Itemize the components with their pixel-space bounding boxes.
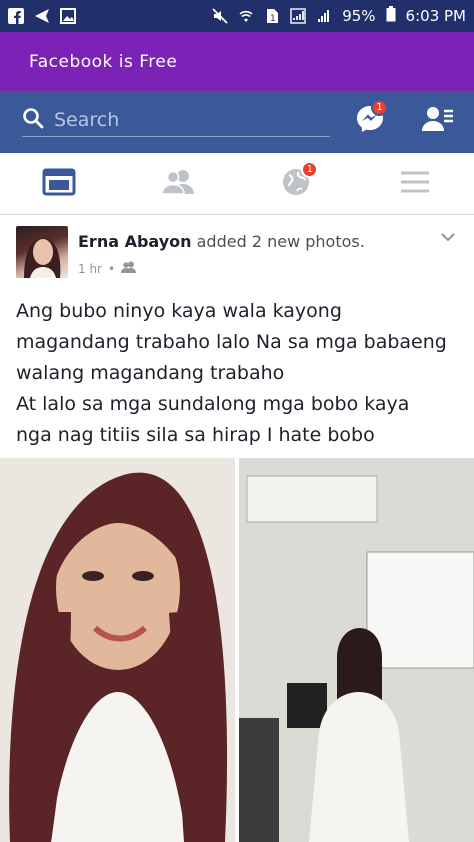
friend-requests-icon: [422, 105, 454, 137]
image-icon: [60, 8, 76, 24]
news-feed-icon: [42, 168, 76, 200]
post-options-button[interactable]: [440, 228, 456, 247]
tab-notifications[interactable]: 1: [237, 153, 356, 214]
chevron-down-icon: [440, 228, 456, 247]
send-icon: [34, 8, 50, 24]
post-meta: 1 hr •: [78, 261, 137, 276]
friend-requests-button[interactable]: [420, 103, 456, 139]
post-header: Erna Abayon added 2 new photos.: [78, 232, 365, 251]
messenger-button[interactable]: 1: [352, 99, 388, 139]
search-input[interactable]: [54, 108, 304, 131]
signal-icon-2: [316, 8, 332, 24]
tab-menu[interactable]: [356, 153, 474, 214]
battery-percent: 95%: [342, 7, 376, 25]
post-photo-1[interactable]: [0, 458, 235, 842]
post-body-text: Ang bubo ninyo kaya wala kayong magandan…: [16, 300, 447, 446]
free-facebook-banner[interactable]: Facebook is Free: [0, 32, 474, 91]
nav-tabs: 1: [0, 153, 474, 215]
sim-icon: 1: [264, 8, 280, 24]
battery-icon: [386, 6, 396, 26]
banner-text: Facebook is Free: [29, 51, 178, 72]
friends-icon: [160, 169, 195, 199]
mute-icon: [212, 8, 228, 24]
feed-post: Erna Abayon added 2 new photos. 1 hr • A…: [0, 216, 474, 842]
post-photo-2[interactable]: [239, 458, 474, 842]
search-bar[interactable]: [22, 103, 330, 137]
messenger-badge: 1: [371, 99, 388, 116]
menu-icon: [400, 171, 430, 197]
tab-friends[interactable]: [119, 153, 238, 214]
notifications-badge: 1: [301, 160, 319, 178]
tab-news-feed[interactable]: [0, 153, 119, 214]
svg-text:1: 1: [270, 14, 276, 24]
avatar[interactable]: [16, 226, 68, 278]
author-name[interactable]: Erna Abayon: [78, 232, 192, 251]
globe-icon: 1: [281, 160, 319, 201]
clock: 6:03 PM: [405, 7, 466, 25]
post-time[interactable]: 1 hr: [78, 262, 102, 276]
post-action: added 2 new photos.: [196, 232, 365, 251]
dot-separator: •: [108, 261, 116, 276]
app-header: 1: [0, 91, 474, 153]
status-bar: 1 95% 6:03 PM: [0, 0, 474, 32]
facebook-icon: [8, 8, 24, 24]
friends-audience-icon: [121, 261, 137, 276]
wifi-icon: [238, 8, 254, 24]
search-icon: [22, 107, 44, 133]
signal-icon: [290, 8, 306, 24]
